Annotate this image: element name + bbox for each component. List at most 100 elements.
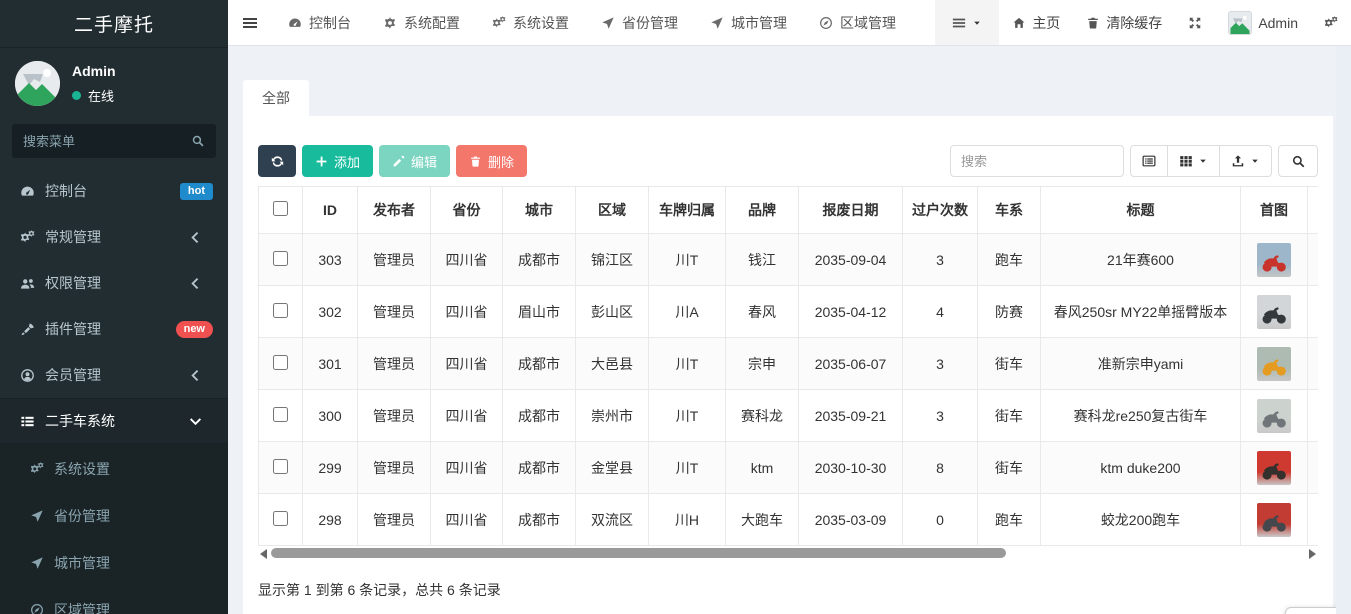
sidebar-item-plugins[interactable]: 插件管理new bbox=[0, 306, 228, 352]
row-checkbox[interactable] bbox=[273, 407, 288, 422]
cell-clipped bbox=[1308, 442, 1319, 494]
row-checkbox[interactable] bbox=[273, 459, 288, 474]
scroll-left-arrow[interactable] bbox=[260, 549, 267, 559]
column-header: 标题 bbox=[1041, 187, 1241, 234]
cell-province: 四川省 bbox=[431, 286, 503, 338]
topnav-item-province[interactable]: 省份管理 bbox=[585, 0, 694, 45]
sidebar-item-members[interactable]: 会员管理 bbox=[0, 352, 228, 398]
gears-icon bbox=[26, 462, 48, 476]
scrollbar-thumb[interactable] bbox=[271, 548, 1006, 558]
table-search-input[interactable] bbox=[950, 145, 1124, 177]
sidebar-subitem-district[interactable]: 区域管理 bbox=[0, 586, 228, 614]
cell-thumbnail bbox=[1241, 390, 1308, 442]
scroll-right-arrow[interactable] bbox=[1309, 549, 1316, 559]
delete-button[interactable]: 删除 bbox=[456, 145, 527, 177]
column-header: 省份 bbox=[431, 187, 503, 234]
cell-thumbnail bbox=[1241, 338, 1308, 390]
cell-title: 春风250sr MY22单摇臂版本 bbox=[1041, 286, 1241, 338]
select-all-checkbox[interactable] bbox=[273, 201, 288, 216]
column-header: ID bbox=[303, 187, 358, 234]
chevron-down-icon bbox=[183, 414, 207, 429]
column-header: 城市 bbox=[503, 187, 576, 234]
vehicle-thumbnail[interactable] bbox=[1257, 503, 1291, 537]
row-checkbox[interactable] bbox=[273, 251, 288, 266]
top-navbar: 控制台系统配置系统设置省份管理 城市管理区域管理 主页 清除缓存 Admin bbox=[228, 0, 1351, 46]
cell-province: 四川省 bbox=[431, 442, 503, 494]
cell-series: 街车 bbox=[978, 338, 1041, 390]
topnav-item-system-settings[interactable]: 系统设置 bbox=[476, 0, 585, 45]
cell-series: 跑车 bbox=[978, 494, 1041, 546]
cell-scrap_date: 2035-06-07 bbox=[799, 338, 903, 390]
cell-plate: 川T bbox=[649, 234, 726, 286]
clear-cache-button[interactable]: 清除缓存 bbox=[1073, 0, 1175, 45]
content-panel: 添加 编辑 删除 bbox=[243, 116, 1333, 614]
sidebar-subitem-city[interactable]: 城市管理 bbox=[0, 539, 228, 586]
detail-view-button[interactable] bbox=[1130, 145, 1168, 177]
cell-publisher: 管理员 bbox=[358, 286, 431, 338]
cell-publisher: 管理员 bbox=[358, 442, 431, 494]
cell-publisher: 管理员 bbox=[358, 338, 431, 390]
columns-button[interactable] bbox=[1167, 145, 1220, 177]
tab-all[interactable]: 全部 bbox=[243, 80, 309, 116]
sidebar: 二手摩托 Admin 在线 控制台hot常规管理权限管理插件管理new会员管理二… bbox=[0, 0, 228, 614]
user-menu[interactable]: Admin bbox=[1215, 0, 1311, 45]
vehicle-thumbnail[interactable] bbox=[1257, 243, 1291, 277]
topnav-item-city[interactable]: 城市管理 bbox=[694, 0, 803, 45]
cell-thumbnail bbox=[1241, 442, 1308, 494]
topnav-item-district[interactable]: 区域管理 bbox=[803, 0, 912, 45]
badge-hot: hot bbox=[180, 183, 213, 200]
topnav-item-system-config[interactable]: 系统配置 bbox=[367, 0, 476, 45]
motorcycle-icon bbox=[1259, 401, 1289, 431]
add-button[interactable]: 添加 bbox=[302, 145, 373, 177]
sidebar-subitem-label: 系统设置 bbox=[54, 459, 110, 479]
sidebar-item-general[interactable]: 常规管理 bbox=[0, 214, 228, 260]
cell-scrap_date: 2035-03-09 bbox=[799, 494, 903, 546]
sidebar-subitem-province[interactable]: 省份管理 bbox=[0, 492, 228, 539]
sidebar-item-usedcar-system[interactable]: 二手车系统 bbox=[0, 398, 228, 444]
cell-transfers: 4 bbox=[903, 286, 978, 338]
compass-icon bbox=[819, 16, 833, 30]
page-scrollbar-track[interactable] bbox=[1336, 46, 1351, 614]
select-all-header bbox=[259, 187, 303, 234]
search-icon[interactable] bbox=[191, 134, 205, 148]
row-checkbox[interactable] bbox=[273, 303, 288, 318]
column-header: 报废日期 bbox=[799, 187, 903, 234]
horizontal-scrollbar[interactable] bbox=[258, 547, 1318, 560]
cell-id: 298 bbox=[303, 494, 358, 546]
vehicle-thumbnail[interactable] bbox=[1257, 295, 1291, 329]
search-button[interactable] bbox=[1278, 145, 1318, 177]
cell-province: 四川省 bbox=[431, 390, 503, 442]
motorcycle-icon bbox=[1259, 245, 1289, 275]
cell-brand: 大跑车 bbox=[726, 494, 799, 546]
topnav-item-label: 控制台 bbox=[309, 13, 351, 33]
refresh-button[interactable] bbox=[258, 145, 296, 177]
sidebar-search-input[interactable] bbox=[23, 134, 191, 149]
cell-scrap_date: 2035-09-04 bbox=[799, 234, 903, 286]
nav-menu-dropdown[interactable] bbox=[935, 0, 999, 45]
cell-thumbnail bbox=[1241, 286, 1308, 338]
sidebar-item-console[interactable]: 控制台hot bbox=[0, 168, 228, 214]
list-icon bbox=[15, 414, 39, 429]
home-button[interactable]: 主页 bbox=[999, 0, 1073, 45]
edit-button[interactable]: 编辑 bbox=[379, 145, 450, 177]
sidebar-subitem-system-settings[interactable]: 系统设置 bbox=[0, 445, 228, 492]
vehicle-thumbnail[interactable] bbox=[1257, 399, 1291, 433]
cell-city: 成都市 bbox=[503, 234, 576, 286]
fullscreen-button[interactable] bbox=[1175, 0, 1215, 45]
vehicle-thumbnail[interactable] bbox=[1257, 347, 1291, 381]
cell-select bbox=[259, 494, 303, 546]
sidebar-toggle[interactable] bbox=[228, 0, 272, 45]
settings-button[interactable] bbox=[1311, 0, 1351, 45]
sidebar-item-label: 常规管理 bbox=[45, 227, 183, 247]
topnav-item-console[interactable]: 控制台 bbox=[272, 0, 367, 45]
vehicle-thumbnail[interactable] bbox=[1257, 451, 1291, 485]
table-header-row: ID发布者省份城市区域车牌归属品牌报废日期过户次数车系标题首图 bbox=[259, 187, 1319, 234]
topnav-item-label: 城市管理 bbox=[731, 13, 787, 33]
cell-select bbox=[259, 442, 303, 494]
cell-title: 赛科龙re250复古街车 bbox=[1041, 390, 1241, 442]
sidebar-item-permissions[interactable]: 权限管理 bbox=[0, 260, 228, 306]
export-button[interactable] bbox=[1219, 145, 1272, 177]
row-checkbox[interactable] bbox=[273, 355, 288, 370]
cell-transfers: 3 bbox=[903, 338, 978, 390]
row-checkbox[interactable] bbox=[273, 511, 288, 526]
